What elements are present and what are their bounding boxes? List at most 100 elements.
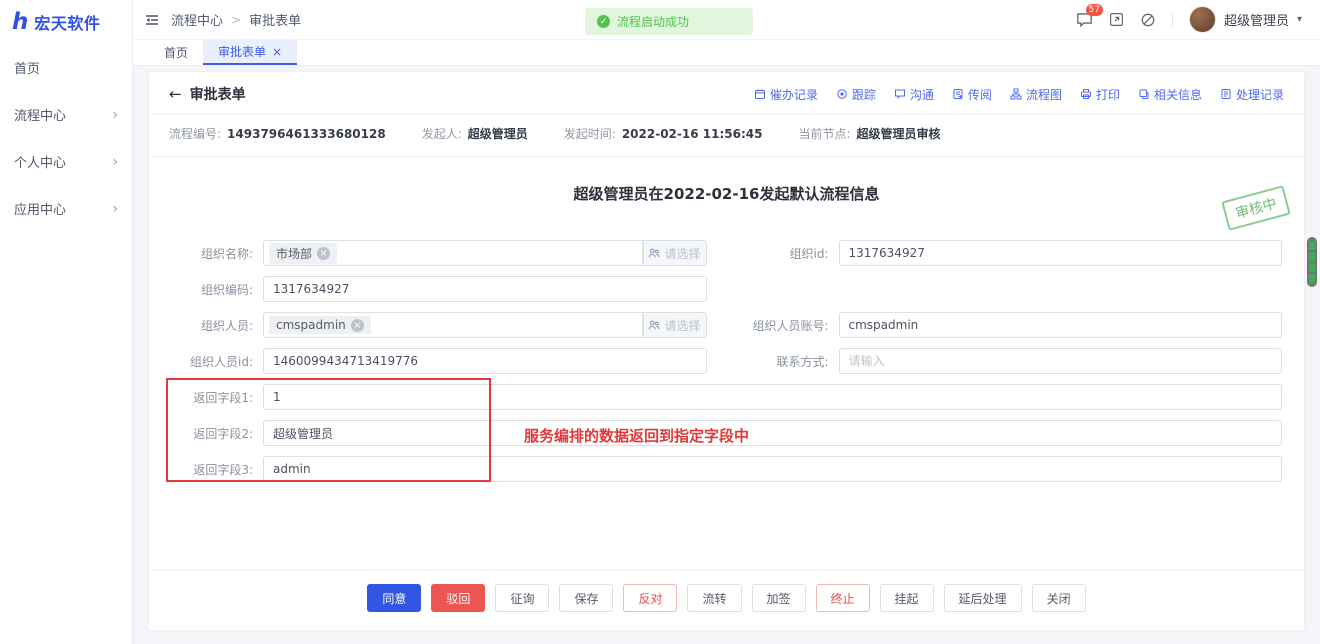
related-info-button[interactable]: 相关信息 xyxy=(1138,86,1202,103)
process-record-button[interactable]: 处理记录 xyxy=(1220,86,1284,103)
action-toolbar: 催办记录 跟踪 沟通 传阅 xyxy=(754,86,1284,103)
disable-slash-icon[interactable] xyxy=(1140,12,1156,28)
org-name-select-button[interactable]: 请选择 xyxy=(643,240,707,266)
selected-tag: cmspadmin × xyxy=(269,316,371,334)
breadcrumb: 流程中心 > 审批表单 xyxy=(171,10,301,29)
tab-home[interactable]: 首页 xyxy=(149,40,203,65)
org-member-account-input[interactable] xyxy=(839,312,1283,338)
contact-input[interactable] xyxy=(839,348,1283,374)
sidebar-item-personal-center[interactable]: 个人中心 › xyxy=(0,138,132,185)
breadcrumb-item[interactable]: 流程中心 xyxy=(171,10,223,29)
logo-text: 宏天软件 xyxy=(34,10,100,34)
field-label: 返回字段3: xyxy=(171,461,263,478)
field-org-member: 组织人员: cmspadmin × 请 xyxy=(171,312,707,338)
tab-bar: 首页 审批表单 × xyxy=(133,40,1320,66)
user-menu[interactable]: 超级管理员 ▾ xyxy=(1189,6,1302,33)
org-member-input[interactable]: cmspadmin × xyxy=(263,312,643,338)
suspend-button[interactable]: 挂起 xyxy=(880,584,934,612)
chevron-down-icon: ▾ xyxy=(1297,14,1302,25)
field-return-1: 返回字段1: xyxy=(171,384,1282,410)
sidebar-collapse-icon[interactable] xyxy=(145,13,159,27)
process-meta: 流程编号:1493796461333680128 发起人:超级管理员 发起时间:… xyxy=(149,114,1304,157)
return-field-2-input[interactable] xyxy=(263,420,1282,446)
close-button[interactable]: 关闭 xyxy=(1032,584,1086,612)
form-row: 组织编码: xyxy=(171,276,1282,302)
communicate-button[interactable]: 沟通 xyxy=(894,86,934,103)
consult-button[interactable]: 征询 xyxy=(495,584,549,612)
sidebar-item-label: 应用中心 xyxy=(14,199,66,218)
toast-message: 流程启动成功 xyxy=(617,13,689,30)
return-field-3-input[interactable] xyxy=(263,456,1282,482)
app-logo: h 宏天软件 xyxy=(0,0,132,44)
sidebar: h 宏天软件 首页 流程中心 › 个人中心 › 应用中心 › xyxy=(0,0,133,644)
form-row: 返回字段1: xyxy=(171,384,1282,410)
field-label: 组织人员: xyxy=(171,317,263,334)
agree-button[interactable]: 同意 xyxy=(367,584,421,612)
org-name-input[interactable]: 市场部 × xyxy=(263,240,643,266)
meta-item: 发起时间:2022-02-16 11:56:45 xyxy=(564,125,763,142)
save-button[interactable]: 保存 xyxy=(559,584,613,612)
reject-button[interactable]: 驳回 xyxy=(431,584,485,612)
selected-tag: 市场部 × xyxy=(269,243,337,264)
terminate-button[interactable]: 终止 xyxy=(816,584,870,612)
track-button[interactable]: 跟踪 xyxy=(836,86,876,103)
field-label: 返回字段2: xyxy=(171,425,263,442)
field-org-member-account: 组织人员账号: xyxy=(747,312,1283,338)
circulate-button[interactable]: 传阅 xyxy=(952,86,992,103)
sidebar-item-label: 流程中心 xyxy=(14,105,66,124)
sidebar-item-home[interactable]: 首页 xyxy=(0,44,132,91)
org-member-select-button[interactable]: 请选择 xyxy=(643,312,707,338)
org-id-input[interactable] xyxy=(839,240,1283,266)
field-org-member-id: 组织人员id: xyxy=(171,348,707,374)
remove-tag-icon[interactable]: × xyxy=(351,319,364,332)
form-row: 返回字段3: xyxy=(171,456,1282,482)
back-icon[interactable]: ← xyxy=(169,85,182,103)
field-label: 组织人员账号: xyxy=(747,317,839,334)
content: ← 审批表单 催办记录 跟踪 沟通 xyxy=(133,66,1320,644)
avatar xyxy=(1189,6,1216,33)
flow-diagram-button[interactable]: 流程图 xyxy=(1010,86,1062,103)
chevron-right-icon: › xyxy=(112,154,118,170)
sidebar-item-app-center[interactable]: 应用中心 › xyxy=(0,185,132,232)
urge-record-button[interactable]: 催办记录 xyxy=(754,86,818,103)
print-button[interactable]: 打印 xyxy=(1080,86,1120,103)
sidebar-item-process-center[interactable]: 流程中心 › xyxy=(0,91,132,138)
field-org-id: 组织id: xyxy=(747,240,1283,266)
vertical-divider xyxy=(1172,13,1173,27)
page-title: 审批表单 xyxy=(190,84,246,104)
app-root: h 宏天软件 首页 流程中心 › 个人中心 › 应用中心 › xyxy=(0,0,1320,644)
widget-segment xyxy=(1309,263,1315,272)
postpone-button[interactable]: 延后处理 xyxy=(944,584,1022,612)
field-contact: 联系方式: xyxy=(747,348,1283,374)
org-code-input[interactable] xyxy=(263,276,707,302)
transfer-button[interactable]: 流转 xyxy=(687,584,741,612)
field-label: 组织名称: xyxy=(171,245,263,262)
meta-item: 流程编号:1493796461333680128 xyxy=(169,125,386,142)
main-area: 流程中心 > 审批表单 57 xyxy=(133,0,1320,644)
success-toast: ✓ 流程启动成功 xyxy=(585,8,753,35)
org-member-id-input[interactable] xyxy=(263,348,707,374)
form-col-empty xyxy=(747,276,1283,302)
sidebar-item-label: 个人中心 xyxy=(14,152,66,171)
field-label: 联系方式: xyxy=(747,353,839,370)
tab-approval-form[interactable]: 审批表单 × xyxy=(203,40,297,65)
message-count-badge: 57 xyxy=(1086,4,1103,16)
oppose-button[interactable]: 反对 xyxy=(623,584,677,612)
breadcrumb-item-current: 审批表单 xyxy=(249,10,301,29)
form-row: 组织人员: cmspadmin × 请 xyxy=(171,312,1282,338)
form-row: 组织名称: 市场部 × 请选择 xyxy=(171,240,1282,266)
field-org-code: 组织编码: xyxy=(171,276,707,302)
breadcrumb-separator: > xyxy=(231,13,241,27)
messages-icon[interactable]: 57 xyxy=(1076,12,1093,28)
floating-widget[interactable] xyxy=(1307,237,1317,287)
tab-label: 审批表单 xyxy=(218,43,266,60)
close-icon[interactable]: × xyxy=(272,46,282,58)
topbar-right: 57 超级管理员 ▾ xyxy=(1076,6,1302,33)
form-area: 超级管理员在2022-02-16发起默认流程信息 审核中 组织名称: 市场部 × xyxy=(149,157,1304,570)
remove-tag-icon[interactable]: × xyxy=(317,247,330,260)
fullscreen-icon[interactable] xyxy=(1109,12,1124,27)
return-field-1-input[interactable] xyxy=(263,384,1282,410)
annotation-text: 服务编排的数据返回到指定字段中 xyxy=(524,425,749,446)
field-label: 返回字段1: xyxy=(171,389,263,406)
countersign-button[interactable]: 加签 xyxy=(752,584,806,612)
